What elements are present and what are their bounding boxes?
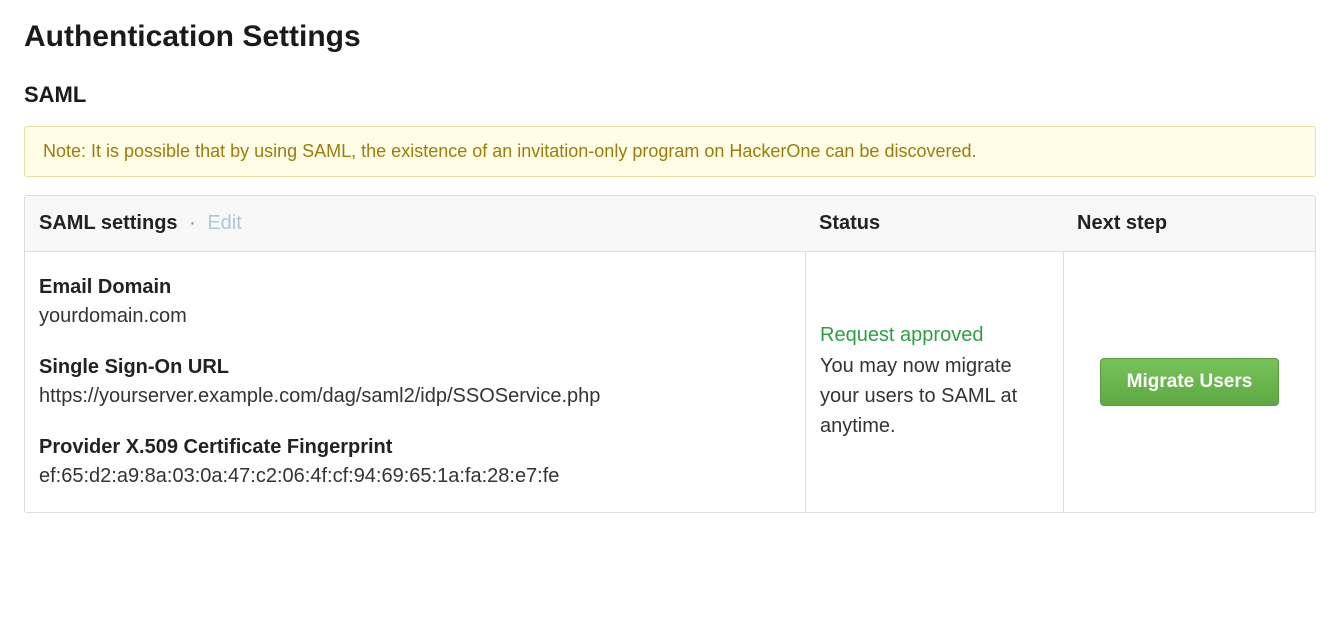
migrate-users-button[interactable]: Migrate Users [1100,358,1280,406]
cert-fingerprint-value: ef:65:d2:a9:8a:03:0a:47:c2:06:4f:cf:94:6… [39,465,791,488]
field-cert-fingerprint: Provider X.509 Certificate Fingerprint e… [39,436,791,488]
header-settings-label: SAML settings [39,212,178,234]
sso-url-value: https://yourserver.example.com/dag/saml2… [39,385,791,408]
sso-url-label: Single Sign-On URL [39,356,791,379]
table-body-row: Email Domain yourdomain.com Single Sign-… [25,252,1315,512]
edit-link[interactable]: Edit [207,212,241,234]
cert-fingerprint-label: Provider X.509 Certificate Fingerprint [39,436,791,459]
status-approved-text: Request approved [820,324,1049,347]
header-status: Status [805,196,1063,251]
next-step-cell: Migrate Users [1063,252,1315,512]
email-domain-value: yourdomain.com [39,305,791,328]
header-next-step: Next step [1063,196,1315,251]
header-separator: · [189,212,196,234]
field-email-domain: Email Domain yourdomain.com [39,276,791,328]
table-header-row: SAML settings · Edit Status Next step [25,196,1315,252]
status-description: You may now migrate your users to SAML a… [820,351,1049,441]
email-domain-label: Email Domain [39,276,791,299]
saml-settings-table: SAML settings · Edit Status Next step Em… [24,195,1316,513]
notice-banner: Note: It is possible that by using SAML,… [24,126,1316,177]
header-saml-settings: SAML settings · Edit [25,196,805,251]
section-title: SAML [24,82,1316,108]
field-sso-url: Single Sign-On URL https://yourserver.ex… [39,356,791,408]
settings-cell: Email Domain yourdomain.com Single Sign-… [25,252,805,512]
status-cell: Request approved You may now migrate you… [805,252,1063,512]
page-title: Authentication Settings [24,20,1316,54]
